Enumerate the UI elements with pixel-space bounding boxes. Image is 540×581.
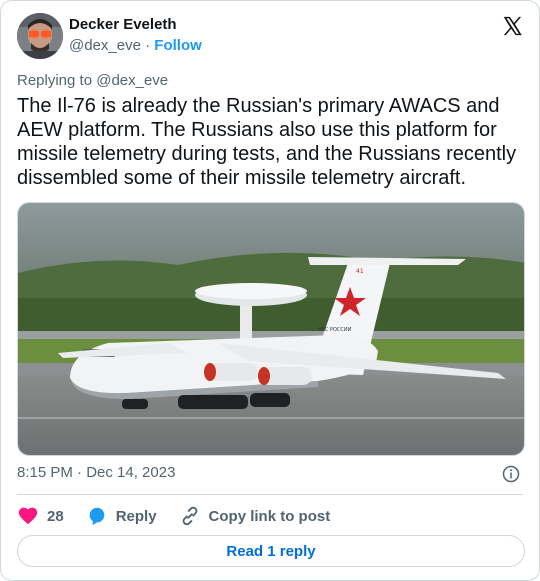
- author-handle-row: @dex_eve · Follow: [69, 37, 202, 54]
- author-handle[interactable]: @dex_eve: [69, 37, 141, 54]
- timestamp[interactable]: 8:15 PM · Dec 14, 2023: [17, 464, 175, 481]
- tweet-text: The Il-76 is already the Russian's prima…: [17, 95, 517, 189]
- reply-bubble-icon: [89, 507, 105, 526]
- avatar[interactable]: [17, 13, 63, 59]
- divider: [17, 494, 523, 495]
- copy-link-button[interactable]: Copy link to post: [179, 505, 331, 527]
- copy-link-label: Copy link to post: [208, 507, 331, 525]
- tweet-card: Decker Eveleth @dex_eve · Follow Replyin…: [0, 0, 540, 581]
- like-button[interactable]: 28: [17, 505, 64, 527]
- replying-to[interactable]: Replying to @dex_eve: [17, 72, 168, 89]
- author-name[interactable]: Decker Eveleth: [69, 16, 177, 33]
- reply-button[interactable]: Reply: [86, 505, 157, 527]
- action-bar: 28 Reply Copy link to post: [17, 504, 352, 528]
- aircraft-photo: ВВС РОССИИ 41: [18, 203, 524, 455]
- x-logo-icon[interactable]: [501, 15, 523, 37]
- tweet-image[interactable]: ВВС РОССИИ 41: [17, 202, 525, 456]
- read-replies-button[interactable]: Read 1 reply: [17, 535, 525, 567]
- tail-marking: ВВС РОССИИ: [318, 327, 352, 333]
- info-icon[interactable]: [502, 465, 520, 483]
- link-icon: [182, 506, 197, 526]
- like-count: 28: [47, 507, 64, 525]
- handle-separator: ·: [145, 37, 151, 54]
- tail-number: 41: [356, 268, 364, 275]
- follow-button[interactable]: Follow: [154, 37, 202, 54]
- heart-icon: [18, 507, 38, 525]
- reply-label: Reply: [115, 507, 157, 525]
